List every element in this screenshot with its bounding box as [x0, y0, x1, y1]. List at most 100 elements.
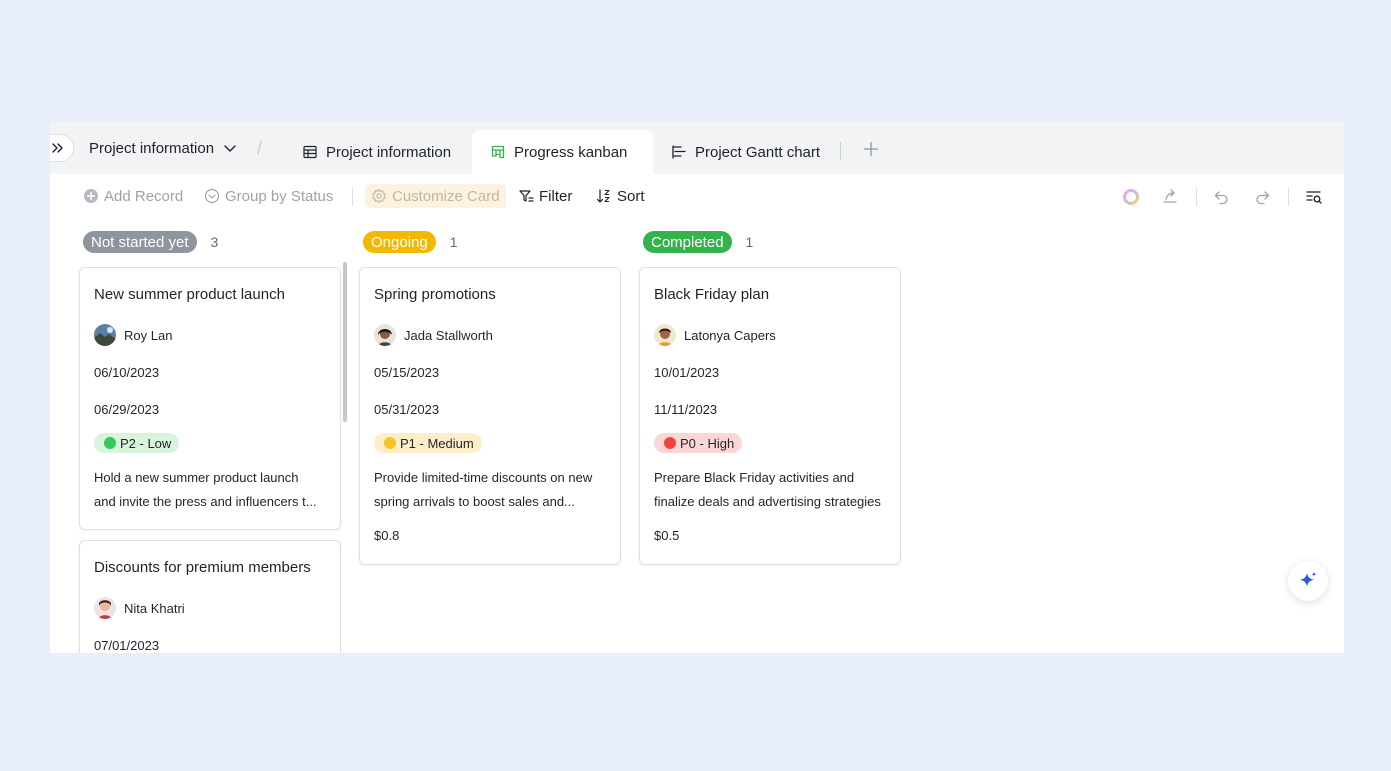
customize-card-label: Customize Card [392, 187, 500, 205]
tab-project-gantt-chart[interactable]: Project Gantt chart [653, 130, 838, 174]
breadcrumb-separator: / [257, 138, 263, 158]
card-end-date: 05/31/2023 [374, 402, 440, 417]
description-line: finalize deals and advertising strategie… [654, 494, 881, 509]
view-tab-bar: Project information / Project informatio… [50, 122, 1344, 174]
card-budget: $0.5 [654, 528, 680, 543]
card-title: New summer product launch [94, 286, 285, 303]
list-search-icon [1306, 191, 1322, 204]
undo-button[interactable] [1211, 186, 1233, 208]
sparkle-icon [1300, 572, 1317, 587]
add-record-label: Add Record [104, 187, 184, 205]
tab-divider [840, 142, 841, 160]
ai-sparkle-button[interactable] [1288, 561, 1328, 601]
card-description: Prepare Black Friday activities and fina… [654, 466, 888, 514]
kanban-card[interactable]: Black Friday plan Latonya Capers 10/01/2… [639, 267, 901, 565]
card-description: Hold a new summer product launch and inv… [94, 466, 328, 514]
kanban-icon [491, 145, 505, 159]
filter-icon [519, 190, 534, 202]
column-header-completed: Completed 1 [643, 230, 753, 254]
kanban-card[interactable]: Discounts for premium members Nita Khatr… [79, 540, 341, 653]
description-line: Provide limited-time discounts on new [374, 470, 593, 485]
card-start-date: 10/01/2023 [654, 365, 720, 380]
card-title: Black Friday plan [654, 286, 770, 303]
card-assignee: Nita Khatri [94, 597, 185, 619]
table-icon [303, 145, 317, 159]
customize-card-button[interactable]: Customize Card [365, 184, 506, 208]
priority-dot [384, 437, 396, 449]
assignee-name: Nita Khatri [124, 600, 185, 616]
priority-dot [104, 437, 116, 449]
share-button[interactable] [1159, 186, 1181, 208]
status-badge: Ongoing [363, 231, 436, 253]
ai-assistant-button[interactable] [1120, 186, 1142, 208]
priority-tag: P0 - High [654, 433, 743, 453]
column-header-ongoing: Ongoing 1 [363, 230, 458, 254]
group-by-status-button[interactable]: Group by Status [204, 184, 333, 208]
card-start-date: 06/10/2023 [94, 365, 160, 380]
undo-icon [1214, 191, 1228, 205]
search-records-button[interactable] [1303, 186, 1325, 208]
toolbar-divider [352, 188, 353, 206]
filter-button[interactable]: Filter [518, 184, 572, 208]
table-switcher[interactable]: Project information [89, 136, 238, 160]
tab-progress-kanban[interactable]: Progress kanban [472, 130, 653, 174]
kanban-card[interactable]: New summer product launch Roy Lan 06/10/… [79, 267, 341, 530]
tab-project-information[interactable]: Project information [284, 130, 469, 174]
status-badge: Completed [643, 231, 732, 253]
priority-label: P1 - Medium [400, 435, 474, 451]
kanban-card[interactable]: Spring promotions Jada Stallworth 05/15/… [359, 267, 621, 565]
expand-sidebar-button[interactable] [50, 134, 74, 162]
status-badge: Not started yet [83, 231, 197, 253]
priority-tag: P2 - Low [94, 433, 180, 453]
column-count: 1 [745, 234, 754, 250]
avatar [94, 597, 116, 619]
description-line: and invite the press and influencers t..… [94, 494, 317, 509]
card-start-date: 07/01/2023 [94, 638, 160, 653]
sort-button[interactable]: Sort [596, 184, 645, 208]
gantt-icon [672, 145, 686, 159]
add-view-button[interactable] [860, 138, 882, 160]
share-icon [1163, 189, 1177, 203]
column-count: 1 [449, 234, 458, 250]
view-toolbar: Add Record Group by Status Customize Car… [50, 174, 1344, 218]
toolbar-divider [1288, 188, 1289, 206]
double-chevron-right-icon [52, 143, 63, 153]
redo-button[interactable] [1251, 186, 1273, 208]
add-record-button[interactable]: Add Record [83, 184, 183, 208]
priority-label: P2 - Low [120, 435, 172, 451]
card-assignee: Jada Stallworth [374, 324, 493, 346]
priority-label: P0 - High [680, 435, 735, 451]
avatar [374, 324, 396, 346]
card-start-date: 05/15/2023 [374, 365, 440, 380]
assignee-name: Jada Stallworth [404, 327, 493, 343]
column-scrollbar[interactable] [343, 262, 347, 422]
filter-label: Filter [539, 187, 573, 205]
assignee-name: Latonya Capers [684, 327, 776, 343]
priority-dot [664, 437, 676, 449]
sort-label: Sort [617, 187, 645, 205]
tab-label: Project information [326, 143, 452, 161]
assignee-name: Roy Lan [124, 327, 173, 343]
chevron-down-icon [224, 145, 236, 152]
card-assignee: Roy Lan [94, 324, 172, 346]
plus-icon [863, 141, 879, 157]
ai-ring-icon [1123, 189, 1139, 205]
sort-icon [596, 189, 610, 203]
description-line: Prepare Black Friday activities and [654, 470, 855, 485]
chevron-circle-icon [204, 188, 220, 204]
card-end-date: 11/11/2023 [654, 402, 718, 417]
card-description: Provide limited-time discounts on new sp… [374, 466, 608, 514]
description-line: Hold a new summer product launch [94, 470, 299, 485]
gear-icon [372, 188, 386, 204]
tab-label: Progress kanban [514, 143, 628, 161]
add-circle-icon [84, 189, 98, 203]
card-assignee: Latonya Capers [654, 324, 776, 346]
avatar [654, 324, 676, 346]
tab-label: Project Gantt chart [695, 143, 821, 161]
card-budget: $0.8 [374, 528, 400, 543]
table-switcher-label: Project information [89, 139, 215, 157]
group-by-label: Group by Status [225, 187, 334, 205]
toolbar-divider [1196, 188, 1197, 206]
column-count: 3 [210, 234, 219, 250]
avatar [94, 324, 116, 346]
